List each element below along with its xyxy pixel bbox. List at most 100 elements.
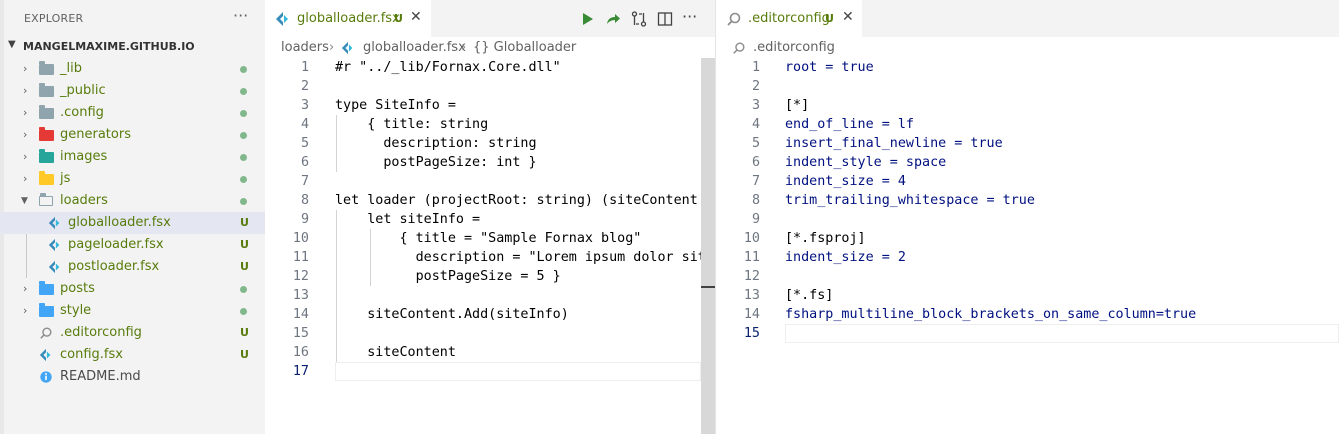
current-line-highlight bbox=[335, 362, 701, 381]
run-arrow-icon[interactable] bbox=[604, 10, 622, 28]
tree-item-js[interactable]: › js bbox=[0, 168, 265, 190]
compare-changes-icon[interactable] bbox=[630, 10, 648, 28]
code-line: postPageSize: int } bbox=[335, 155, 537, 170]
modified-dot-icon bbox=[240, 66, 247, 73]
tree-item-posts[interactable]: › posts bbox=[0, 278, 265, 300]
code-line: trim_trailing_whitespace = true bbox=[785, 193, 1035, 208]
close-icon[interactable]: ✕ bbox=[410, 9, 422, 25]
tree-item-label: pageloader.fsx bbox=[68, 237, 164, 252]
code-line: let siteInfo = bbox=[335, 212, 481, 227]
editorconfig-file-icon bbox=[727, 12, 741, 26]
breadcrumb-item-module[interactable]: {} Globalloader bbox=[473, 40, 576, 55]
breadcrumb-item-file[interactable]: .editorconfig bbox=[753, 40, 835, 55]
untracked-badge: U bbox=[240, 238, 249, 251]
untracked-badge: U bbox=[825, 12, 834, 25]
line-number: 12 bbox=[292, 269, 309, 284]
line-number: 2 bbox=[751, 79, 760, 94]
line-number: 10 bbox=[743, 231, 760, 246]
breadcrumb-separator: › bbox=[461, 40, 467, 55]
tree-item-label: postloader.fsx bbox=[68, 259, 160, 274]
tree-item-label: posts bbox=[60, 281, 95, 296]
generators-folder-icon bbox=[39, 127, 54, 141]
line-number: 11 bbox=[743, 250, 760, 265]
tree-item-editorconfig[interactable]: .editorconfig U bbox=[0, 322, 265, 344]
line-number: 3 bbox=[751, 98, 760, 113]
tab-label: .editorconfig bbox=[748, 11, 830, 26]
chevron-right-icon: › bbox=[23, 62, 28, 75]
info-icon bbox=[40, 371, 52, 383]
tree-item-label: .config bbox=[60, 105, 104, 120]
tree-item-label: _lib bbox=[60, 61, 82, 76]
tab-globalloader[interactable]: globalloader.fsx U ✕ bbox=[265, 0, 431, 37]
line-number: 16 bbox=[292, 345, 309, 360]
modified-dot-icon bbox=[240, 308, 247, 315]
code-line: fsharp_multiline_block_brackets_on_same_… bbox=[785, 307, 1197, 322]
code-line: description = "Lorem ipsum dolor sit bbox=[335, 250, 701, 265]
breadcrumb-item-file[interactable]: globalloader.fsx bbox=[363, 40, 466, 55]
code-editor-right[interactable]: 1 2 3 4 5 6 7 8 9 10 11 12 13 14 15 root… bbox=[716, 58, 1339, 434]
chevron-right-icon: › bbox=[23, 282, 28, 295]
tree-item-label: _public bbox=[60, 83, 106, 98]
line-number: 1 bbox=[751, 60, 760, 75]
explorer-title: EXPLORER bbox=[24, 12, 84, 25]
workspace-root[interactable]: ▼ MANGELMAXIME.GITHUB.IO bbox=[0, 37, 265, 57]
code-line: root = true bbox=[785, 60, 874, 75]
line-number: 1 bbox=[300, 60, 309, 75]
more-actions-icon[interactable]: ··· bbox=[233, 6, 248, 25]
chevron-right-icon: › bbox=[23, 150, 28, 163]
run-icon[interactable] bbox=[578, 10, 596, 28]
editorconfig-file-icon bbox=[40, 327, 52, 339]
tree-item-globalloader[interactable]: globalloader.fsx U bbox=[0, 212, 265, 234]
modified-dot-icon bbox=[240, 110, 247, 117]
code-line: insert_final_newline = true bbox=[785, 136, 1003, 151]
tree-item-label: style bbox=[60, 303, 92, 318]
split-editor-icon[interactable] bbox=[656, 10, 674, 28]
tree-item-loaders[interactable]: ▼ loaders bbox=[0, 190, 265, 212]
tab-editorconfig[interactable]: .editorconfig U ✕ bbox=[716, 0, 862, 37]
tree-item-style[interactable]: › style bbox=[0, 300, 265, 322]
editor-scrollbar[interactable] bbox=[701, 58, 715, 434]
line-number: 5 bbox=[751, 136, 760, 151]
tree-item-label: globalloader.fsx bbox=[68, 215, 171, 230]
folder-icon bbox=[39, 83, 54, 97]
fsharp-file-icon bbox=[276, 12, 288, 26]
line-number: 5 bbox=[300, 136, 309, 151]
tree-item-images[interactable]: › images bbox=[0, 146, 265, 168]
untracked-badge: U bbox=[240, 326, 249, 339]
tree-item-readme[interactable]: README.md bbox=[0, 366, 265, 388]
line-number: 7 bbox=[300, 174, 309, 189]
code-line: indent_size = 4 bbox=[785, 174, 906, 189]
line-number: 11 bbox=[292, 250, 309, 265]
breadcrumb-left: loaders › globalloader.fsx › {} Globallo… bbox=[265, 38, 701, 58]
close-icon[interactable]: ✕ bbox=[842, 9, 854, 25]
chevron-right-icon: › bbox=[23, 106, 28, 119]
tree-item-label: images bbox=[60, 149, 108, 164]
tree-item-config-folder[interactable]: › .config bbox=[0, 102, 265, 124]
tree-item-label: js bbox=[60, 171, 71, 186]
tree-item-config-fsx[interactable]: config.fsx U bbox=[0, 344, 265, 366]
line-number: 13 bbox=[743, 288, 760, 303]
code-line: description: string bbox=[335, 136, 537, 151]
line-number: 15 bbox=[292, 326, 309, 341]
more-actions-icon[interactable]: ··· bbox=[682, 7, 697, 26]
line-number: 14 bbox=[743, 307, 760, 322]
code-line: #r "../_lib/Fornax.Core.dll" bbox=[335, 60, 561, 75]
code-line: siteContent bbox=[335, 345, 456, 360]
tree-item-pageloader[interactable]: pageloader.fsx U bbox=[0, 234, 265, 256]
breadcrumb-item-loaders[interactable]: loaders bbox=[281, 40, 329, 55]
current-line-highlight bbox=[785, 324, 1339, 343]
line-number: 9 bbox=[300, 212, 309, 227]
workspace-root-label: MANGELMAXIME.GITHUB.IO bbox=[23, 40, 195, 53]
fsharp-file-icon bbox=[48, 260, 60, 274]
editorconfig-file-icon bbox=[733, 42, 745, 54]
code-line: indent_size = 2 bbox=[785, 250, 906, 265]
chevron-down-icon: ▼ bbox=[21, 196, 28, 206]
tree-item-lib[interactable]: › _lib bbox=[0, 58, 265, 80]
breadcrumb-right: .editorconfig bbox=[716, 38, 1339, 58]
tree-item-postloader[interactable]: postloader.fsx U bbox=[0, 256, 265, 278]
code-editor-left[interactable]: 1 2 3 4 5 6 7 8 9 10 11 12 13 14 15 16 1… bbox=[265, 58, 701, 434]
modified-dot-icon bbox=[240, 132, 247, 139]
modified-dot-icon bbox=[240, 88, 247, 95]
tree-item-public[interactable]: › _public bbox=[0, 80, 265, 102]
tree-item-generators[interactable]: › generators bbox=[0, 124, 265, 146]
